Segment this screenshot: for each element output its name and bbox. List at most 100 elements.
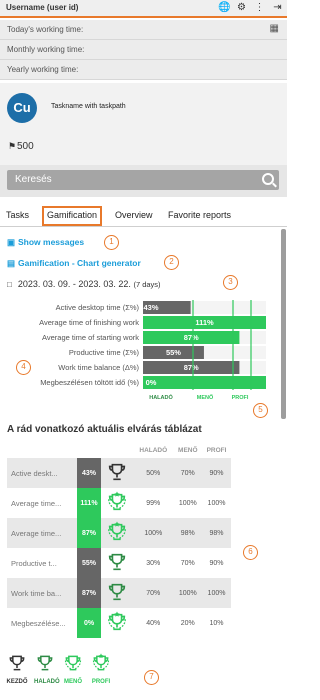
top-bar: Username (user id) 🌐 ⚙ ⋮ ⇥ [0, 0, 287, 18]
legend-label: KEZDŐ [6, 679, 28, 685]
row-name: Work time ba... [7, 578, 77, 608]
username[interactable]: Username (user id) [6, 3, 78, 12]
level-legend: KEZDŐ HALADÓ MENŐ PROFI [6, 653, 112, 685]
row-name: Average time... [7, 518, 77, 548]
row-value: 0% [77, 608, 101, 638]
header-meno: MENŐ [178, 446, 198, 454]
show-messages-link[interactable]: ▣ Show messages [7, 237, 84, 248]
chart-generator-label: Gamification - Chart generator [18, 258, 141, 268]
show-messages-label: Show messages [18, 237, 85, 247]
bar-chart-person-icon[interactable]: ▦ [270, 23, 279, 34]
threshold-halado: 40% [133, 608, 174, 638]
date-range[interactable]: □ 2023. 03. 09. - 2023. 03. 22. (7 days) [7, 279, 161, 289]
table-row: Productive t... 55% 30% 70% 90% [7, 548, 231, 578]
trophy-icon [37, 655, 53, 671]
callout-2: 2 [164, 255, 179, 270]
chart-bar-label: 87% [184, 333, 199, 342]
logout-icon[interactable]: ⇥ [272, 2, 283, 14]
table-row: Average time... 87% 100% 98% 98% [7, 518, 231, 548]
gamification-bar-chart: Active desktop time (Σ%) 43% Average time … [39, 300, 266, 401]
row-name: Active deskt... [7, 458, 77, 488]
flag-icon: ⚑ [8, 141, 17, 151]
trophy-icon [101, 608, 133, 638]
table-row: Megbeszélése... 0% 40% 20% 10% [7, 608, 231, 638]
expectation-table: HALADÓ MENŐ PROFI Active deskt... 43% 50% 7… [7, 442, 231, 638]
threshold-halado: 30% [133, 548, 174, 578]
chart-category-label: Active desktop time (Σ%) [56, 303, 140, 312]
row-value: 111% [77, 488, 101, 518]
threshold-halado: 99% [133, 488, 174, 518]
today-working-time-label: Today's working time: [7, 25, 84, 34]
row-value: 55% [77, 548, 101, 578]
expectation-table-title: A rád vonatkozó aktuális elvárás tábláza… [7, 424, 202, 435]
threshold-profi: 90% [202, 458, 231, 488]
scrollbar[interactable] [281, 229, 286, 419]
trophy-icon [101, 548, 133, 578]
chart-category-label: Work time balance (Δ%) [58, 363, 139, 372]
threshold-meno: 20% [173, 608, 202, 638]
trophy-icon [92, 653, 110, 671]
chart-generator-link[interactable]: ▤ Gamification - Chart generator [7, 258, 141, 269]
legend-item-profi: PROFI [90, 653, 112, 685]
row-value: 87% [77, 518, 101, 548]
more-vertical-icon[interactable]: ⋮ [254, 2, 265, 14]
table-row: Work time ba... 87% 70% 100% 100% [7, 578, 231, 608]
avatar: Cu [7, 93, 37, 123]
callout-6: 6 [243, 545, 258, 560]
monthly-working-time-row: Monthly working time: [0, 40, 287, 60]
search-placeholder: Keresés [15, 174, 52, 185]
threshold-meno: 98% [173, 518, 202, 548]
yearly-working-time-row: Yearly working time: [0, 60, 287, 80]
threshold-halado: 100% [133, 518, 174, 548]
today-working-time-row: Today's working time: ▦ [0, 20, 287, 40]
trophy-icon [101, 488, 133, 518]
legend-label: HALADÓ [34, 679, 60, 685]
task-name[interactable]: Taskname with taskpath [51, 103, 126, 110]
chart-zone-label: PROFI [232, 395, 249, 401]
search-input[interactable]: Keresés [7, 170, 279, 190]
task-area: Cu Taskname with taskpath ⚑ 500 [0, 83, 287, 165]
yearly-working-time-label: Yearly working time: [7, 65, 79, 74]
monthly-working-time-label: Monthly working time: [7, 45, 85, 54]
trophy-icon [101, 578, 133, 608]
trophy-icon [64, 655, 82, 671]
chart-bar[interactable] [143, 376, 266, 389]
legend-label: PROFI [91, 679, 111, 685]
trophy-icon [101, 518, 133, 548]
date-range-days: (7 days) [133, 280, 161, 289]
threshold-profi: 90% [202, 548, 231, 578]
search-bar: Keresés [0, 165, 287, 197]
chart-bar-label: 43% [143, 303, 158, 312]
chart-bar-label: 87% [184, 363, 199, 372]
table-row: Active deskt... 43% 50% 70% 90% [7, 458, 231, 488]
tab-favorite-reports[interactable]: Favorite reports [168, 210, 231, 220]
tab-overview[interactable]: Overview [115, 210, 153, 220]
tab-bar: Tasks Gamification Overview Favorite rep… [0, 205, 287, 227]
message-icon: ▣ [7, 237, 16, 247]
legend-label: MENŐ [64, 679, 82, 685]
threshold-profi: 100% [202, 488, 231, 518]
globe-icon[interactable]: 🌐 [218, 2, 230, 14]
chart-zone-label: HALADÓ [149, 393, 173, 401]
date-range-text: 2023. 03. 09. - 2023. 03. 22. [17, 279, 131, 289]
tab-gamification[interactable]: Gamification [42, 206, 103, 226]
legend-item-halado: HALADÓ [34, 653, 60, 685]
threshold-meno: 100% [173, 488, 202, 518]
chart-category-label: Average time of finishing work [39, 318, 139, 327]
row-value: 87% [77, 578, 101, 608]
search-icon[interactable] [262, 173, 274, 185]
chart-category-label: Productive time (Σ%) [69, 348, 140, 357]
flag-value: 500 [17, 141, 34, 152]
chart-bar-label: 0% [146, 378, 157, 387]
tab-tasks[interactable]: Tasks [6, 210, 29, 220]
chart-bar-label: 55% [166, 348, 181, 357]
trophy-icon [9, 655, 25, 671]
threshold-profi: 100% [202, 578, 231, 608]
row-name: Megbeszélése... [7, 608, 77, 638]
chart-zone-label: MENŐ [197, 394, 214, 401]
top-icons: 🌐 ⚙ ⋮ ⇥ [218, 2, 283, 14]
chart-bar-label: 111% [195, 318, 214, 327]
gear-icon[interactable]: ⚙ [236, 2, 247, 14]
header-profi: PROFI [206, 446, 227, 454]
header-halado: HALADÓ [139, 446, 168, 454]
